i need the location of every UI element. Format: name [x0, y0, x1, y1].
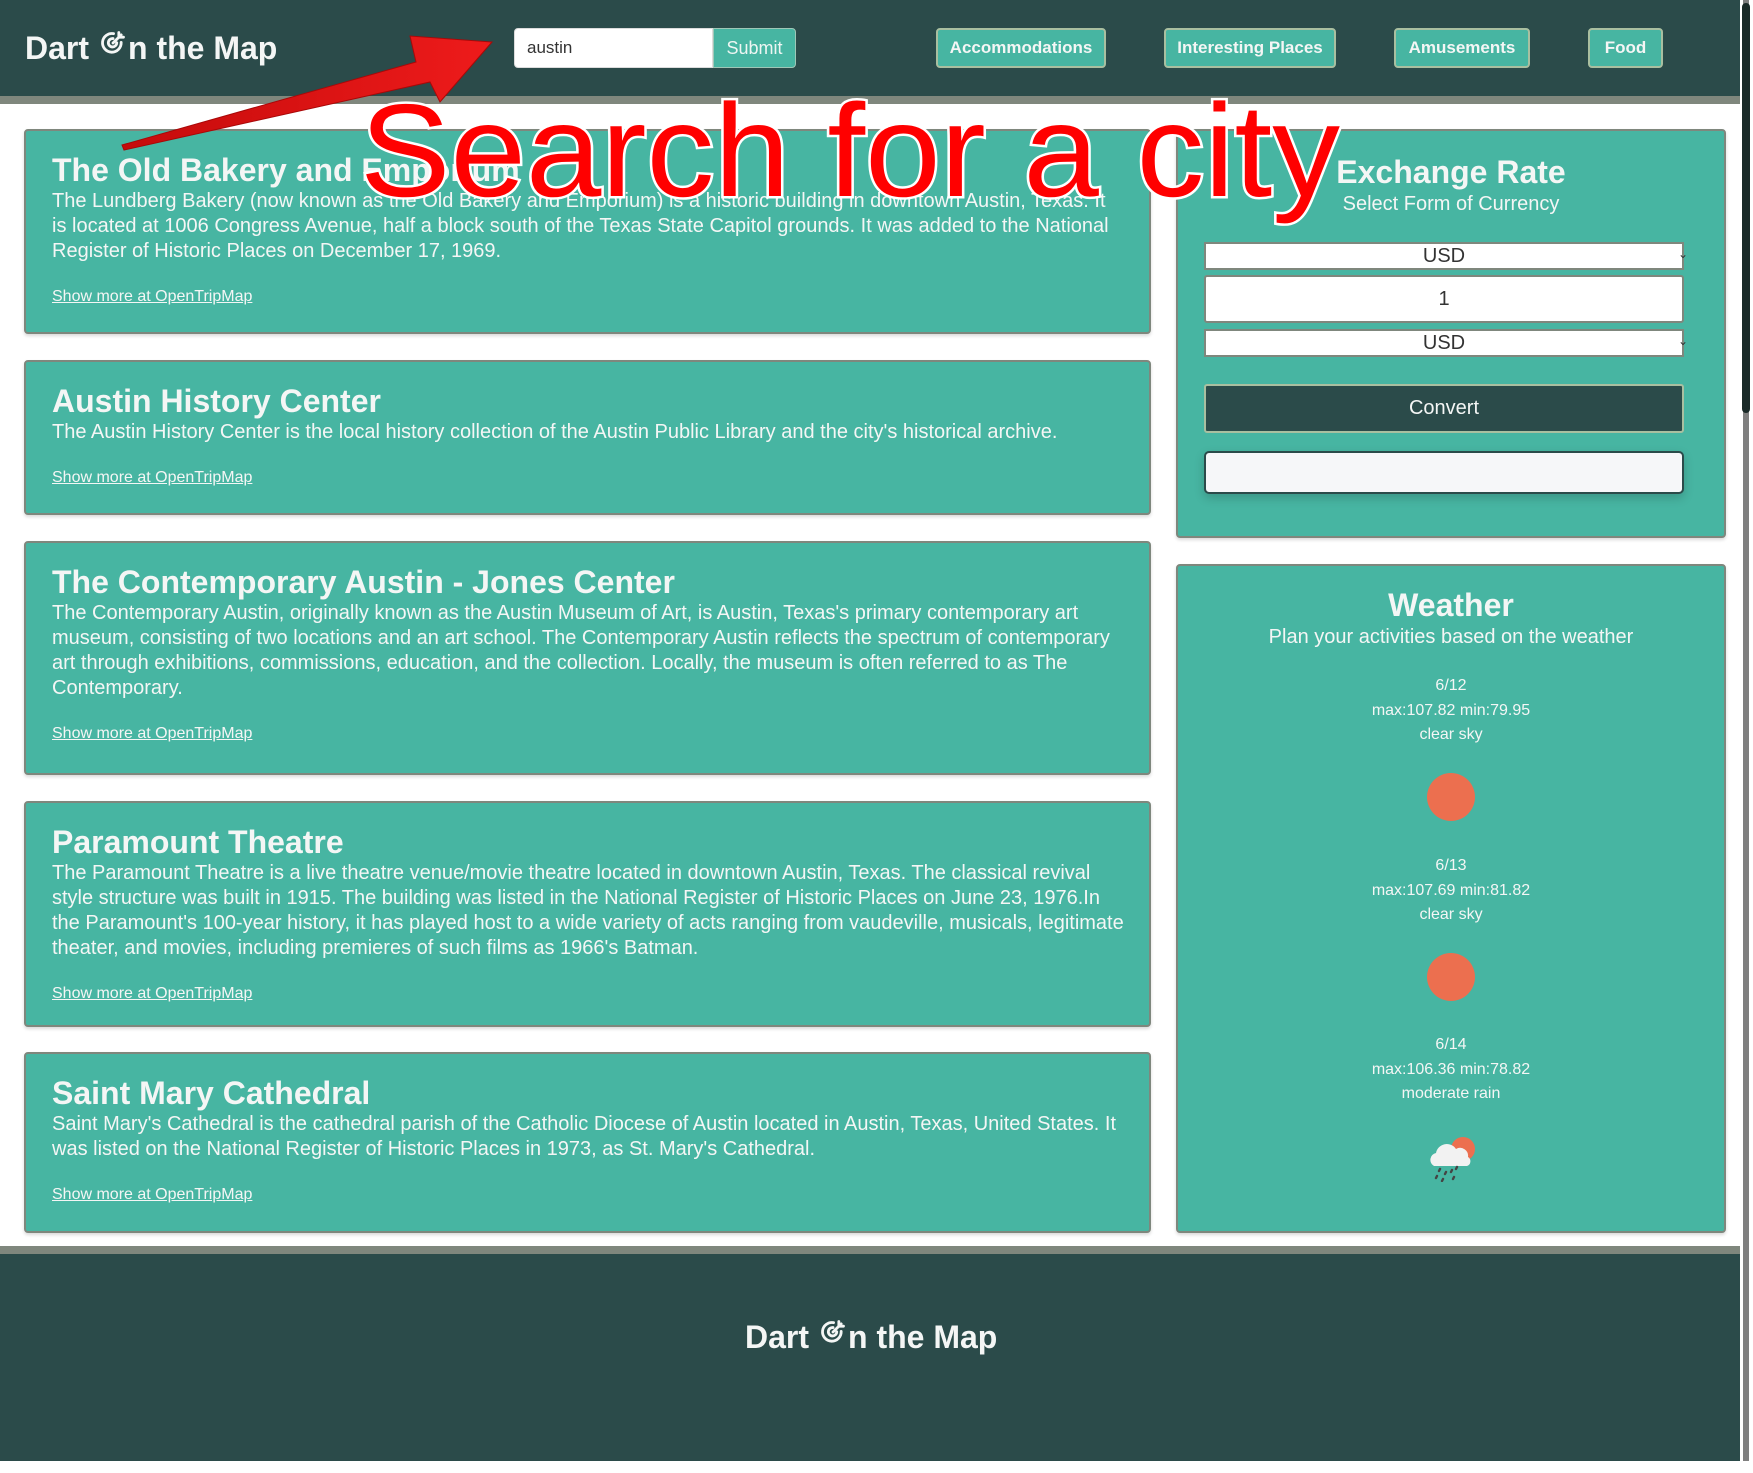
dart-target-icon	[101, 30, 125, 54]
opentripmap-link[interactable]: Show more at OpenTripMap	[52, 288, 252, 306]
forecast-condition: clear sky	[1419, 726, 1483, 743]
rain-cloud-icon	[1430, 1137, 1475, 1182]
forecast-day: 6/12 max:107.82 min:79.95 clear sky	[1178, 674, 1724, 748]
place-description: Saint Mary's Cathedral is the cathedral …	[52, 1113, 1117, 1160]
exchange-title: Exchange Rate	[1336, 154, 1566, 190]
nav-accommodations-button[interactable]: Accommodations	[936, 28, 1106, 68]
dart-target-icon	[821, 1319, 845, 1343]
forecast-temps: max:107.69 min:81.82	[1371, 881, 1531, 899]
forecast-date: 6/14	[1435, 1036, 1467, 1053]
convert-button[interactable]: Convert	[1204, 384, 1684, 433]
page-scrollbar[interactable]	[1740, 0, 1753, 1461]
place-card: Austin History Center The Austin History…	[24, 360, 1151, 515]
amount-input[interactable]	[1204, 275, 1684, 323]
footer-logo-prefix: Dart	[745, 1319, 810, 1355]
to-currency-select[interactable]: USD ⌄	[1178, 329, 1724, 357]
opentripmap-link[interactable]: Show more at OpenTripMap	[52, 725, 252, 743]
scrollbar-thumb[interactable]	[1742, 3, 1750, 413]
opentripmap-link[interactable]: Show more at OpenTripMap	[52, 985, 252, 1003]
logo-text-suffix: n the Map	[128, 30, 278, 66]
footer: Dart n the Map	[0, 1254, 1740, 1461]
footer-logo-suffix: n the Map	[848, 1319, 998, 1355]
opentripmap-link[interactable]: Show more at OpenTripMap	[52, 469, 252, 487]
place-description: The Austin History Center is the local h…	[52, 421, 1058, 443]
exchange-rate-card: Exchange Rate Select Form of Currency US…	[1176, 129, 1726, 538]
footer-logo: Dart n the Map	[745, 1319, 997, 1356]
exchange-subtitle: Select Form of Currency	[1342, 193, 1560, 215]
logo-text-prefix: Dart	[25, 30, 90, 66]
forecast-condition: clear sky	[1419, 906, 1483, 923]
nav-amusements-button[interactable]: Amusements	[1394, 28, 1530, 68]
place-title: The Old Bakery and Emporium	[52, 152, 520, 188]
header-divider	[0, 96, 1740, 104]
place-card: The Contemporary Austin - Jones Center T…	[24, 541, 1151, 775]
place-title: Saint Mary Cathedral	[52, 1075, 371, 1111]
opentripmap-link[interactable]: Show more at OpenTripMap	[52, 1186, 252, 1204]
from-currency-value[interactable]: USD	[1204, 242, 1684, 270]
conversion-result-field	[1204, 451, 1684, 494]
from-currency-select[interactable]: USD ⌄	[1178, 242, 1724, 270]
city-search-input[interactable]	[514, 28, 713, 68]
footer-divider	[0, 1246, 1740, 1254]
forecast-condition: moderate rain	[1401, 1085, 1501, 1102]
place-card: Saint Mary Cathedral Saint Mary's Cathed…	[24, 1052, 1151, 1233]
weather-subtitle: Plan your activities based on the weathe…	[1268, 626, 1634, 648]
forecast-date: 6/13	[1435, 857, 1467, 874]
sun-icon	[1427, 953, 1475, 1001]
sun-icon	[1427, 773, 1475, 821]
forecast-temps: max:106.36 min:78.82	[1371, 1060, 1531, 1078]
place-description: The Lundberg Bakery (now known as the Ol…	[52, 190, 1109, 262]
weather-card: Weather Plan your activities based on th…	[1176, 564, 1726, 1233]
top-navbar: Dart n the Map Submit Accommodations Int…	[0, 0, 1740, 96]
nav-food-button[interactable]: Food	[1588, 28, 1663, 68]
place-card: Paramount Theatre The Paramount Theatre …	[24, 801, 1151, 1027]
place-title: Austin History Center	[52, 383, 381, 419]
site-logo[interactable]: Dart n the Map	[25, 30, 277, 67]
forecast-date: 6/12	[1435, 677, 1467, 694]
forecast-day: 6/14 max:106.36 min:78.82 moderate rain	[1178, 1033, 1724, 1107]
to-currency-value[interactable]: USD	[1204, 329, 1684, 357]
forecast-temps: max:107.82 min:79.95	[1371, 701, 1531, 719]
search-submit-button[interactable]: Submit	[713, 28, 796, 68]
place-title: Paramount Theatre	[52, 824, 344, 860]
place-card: The Old Bakery and Emporium The Lundberg…	[24, 129, 1151, 334]
forecast-day: 6/13 max:107.69 min:81.82 clear sky	[1178, 854, 1724, 928]
place-title: The Contemporary Austin - Jones Center	[52, 564, 675, 600]
weather-title: Weather	[1388, 587, 1514, 623]
place-description: The Paramount Theatre is a live theatre …	[52, 862, 1124, 959]
nav-interesting-places-button[interactable]: Interesting Places	[1164, 28, 1336, 68]
place-description: The Contemporary Austin, originally know…	[52, 602, 1110, 699]
